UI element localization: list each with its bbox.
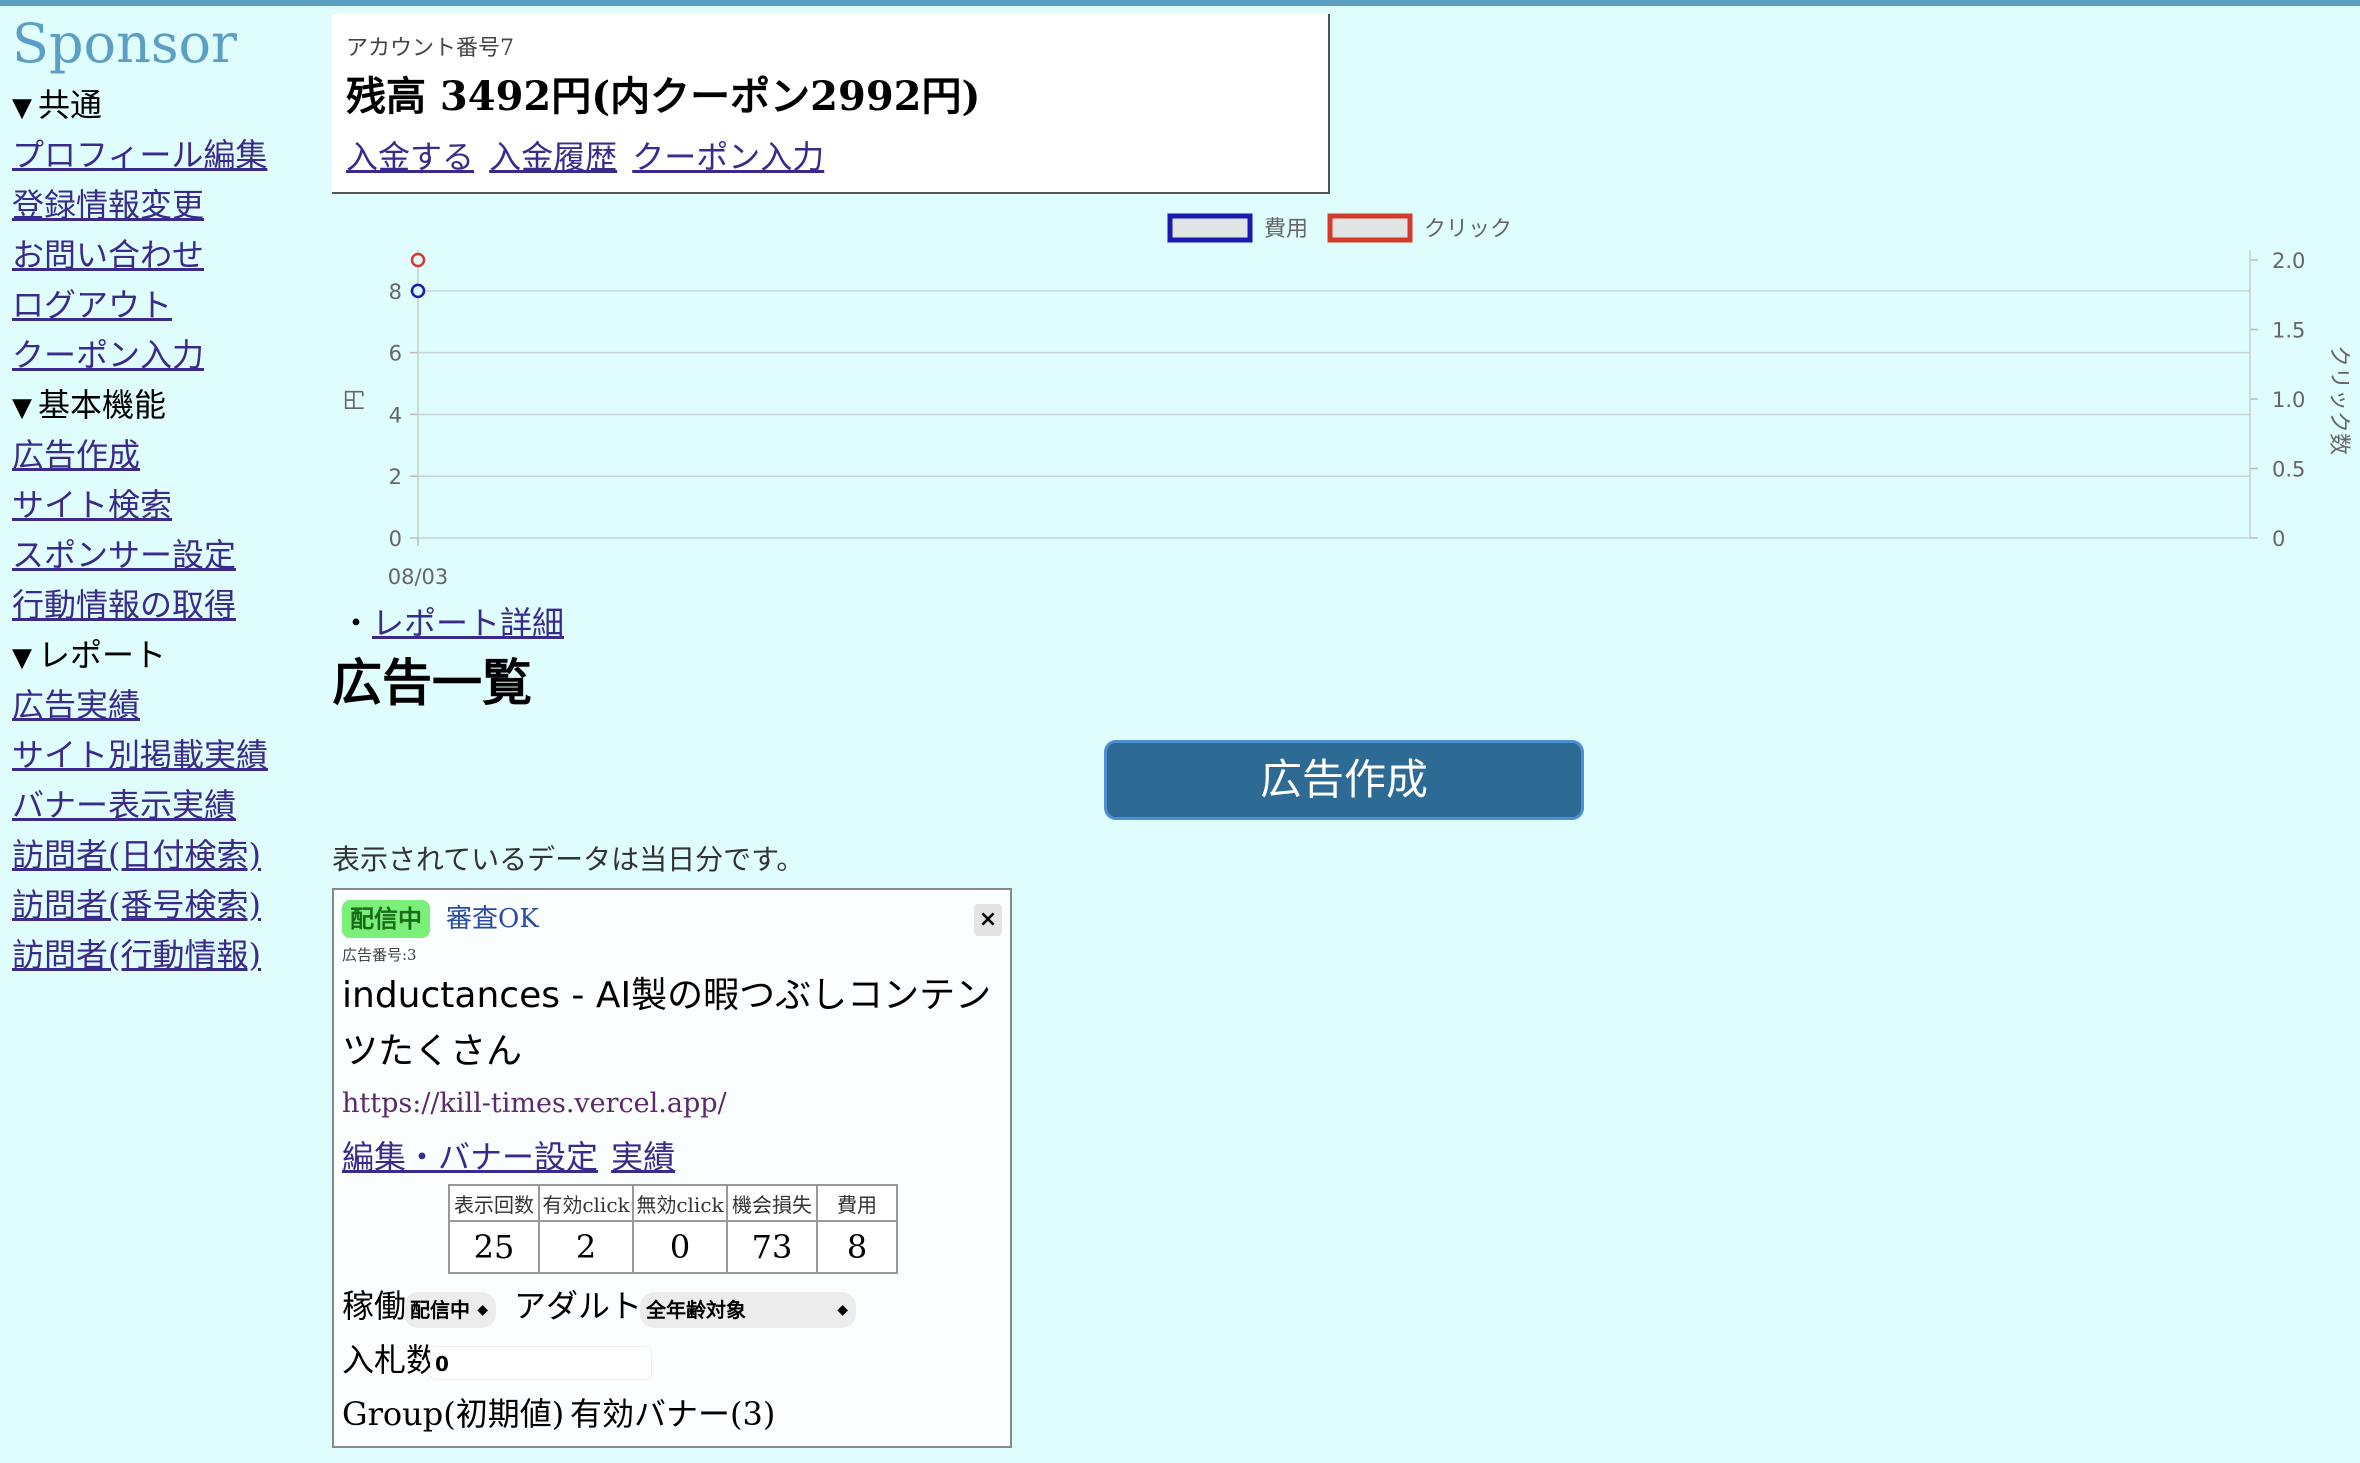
nav-logout[interactable]: ログアウト: [12, 280, 312, 330]
y2-tick-label-1: 0.5: [2272, 458, 2305, 482]
stats-header: 機会損失: [726, 1184, 818, 1222]
stats-header: 無効click: [632, 1184, 728, 1222]
nav-ad-create[interactable]: 広告作成: [12, 430, 312, 480]
legend-swatch-1: [1327, 213, 1413, 243]
legend-label-0: 費用: [1264, 217, 1308, 242]
nav-banner-results[interactable]: バナー表示実績: [12, 780, 312, 830]
stats-header: 表示回数: [448, 1184, 540, 1222]
stats-table: 表示回数 有効click 無効click 機会損失 費用 25 2 0 73 8: [448, 1184, 898, 1274]
stats-value: 25: [448, 1220, 540, 1274]
ad-card: 配信中 審査OK × 広告番号:3 inductances - AI製の暇つぶし…: [332, 888, 1012, 1448]
nav-behavior-data[interactable]: 行動情報の取得: [12, 580, 312, 630]
operation-select[interactable]: 配信中 ◆: [404, 1292, 496, 1328]
y2-tick-label-2: 1.0: [2272, 388, 2305, 412]
account-number: アカウント番号7: [346, 36, 514, 61]
deposit-link[interactable]: 入金する: [346, 138, 474, 176]
close-icon[interactable]: ×: [974, 904, 1002, 936]
report-detail-row: ・レポート詳細: [340, 604, 565, 642]
operation-label: 稼働: [342, 1287, 407, 1325]
sidebar: Sponsor ▼ 共通 プロフィール編集 登録情報変更 お問い合わせ ログアウト…: [12, 14, 312, 980]
active-banner-label: 有効バナー(3): [570, 1395, 776, 1433]
bid-label: 入札数: [342, 1341, 439, 1379]
y2-tick-label-3: 1.5: [2272, 319, 2305, 343]
nav-ad-results[interactable]: 広告実績: [12, 680, 312, 730]
nav-registration-change[interactable]: 登録情報変更: [12, 180, 312, 230]
stats-value: 2: [538, 1220, 634, 1274]
nav-coupon-input[interactable]: クーポン入力: [12, 330, 312, 380]
x-tick-label-0: 08/03: [388, 565, 449, 589]
nav-visitor-date[interactable]: 訪問者(日付検索): [12, 830, 312, 880]
y-tick-label-1: 2: [389, 465, 402, 489]
ad-title: inductances - AI製の暇つぶしコンテンツたくさん: [342, 975, 992, 1072]
results-link[interactable]: 実績: [611, 1138, 675, 1176]
section-common[interactable]: ▼ 共通: [12, 80, 312, 130]
select-arrow-icon: ◆: [477, 1302, 488, 1318]
y-axis-title: 円: [343, 389, 368, 411]
stats-value: 73: [726, 1220, 818, 1274]
section-report[interactable]: ▼ レポート: [12, 630, 312, 680]
y2-axis-title: クリック数: [2326, 345, 2351, 455]
stats-header: 有効click: [538, 1184, 634, 1222]
chart-svg: 費用 クリック 0 2 4 6 8 0 0.5 1.0 1.5 2.0 円 クリック数 08/03: [343, 213, 2351, 589]
balance: 残高 3492円(内クーポン2992円): [346, 73, 981, 120]
bid-input[interactable]: 0: [430, 1346, 652, 1380]
y2-tick-label-4: 2.0: [2272, 249, 2305, 273]
nav-site-search[interactable]: サイト検索: [12, 480, 312, 530]
report-detail-link[interactable]: レポート詳細: [372, 604, 564, 642]
adult-label: アダルト: [514, 1287, 643, 1325]
edit-banner-link[interactable]: 編集・バナー設定: [342, 1138, 598, 1176]
coupon-input-link[interactable]: クーポン入力: [632, 138, 824, 176]
logo: Sponsor: [12, 12, 237, 75]
nav-site-results[interactable]: サイト別掲載実績: [12, 730, 312, 780]
nav-contact[interactable]: お問い合わせ: [12, 230, 312, 280]
nav-profile-edit[interactable]: プロフィール編集: [12, 130, 312, 180]
adult-select[interactable]: 全年齢対象 ◆: [640, 1292, 856, 1328]
stats-value: 0: [632, 1220, 728, 1274]
nav-visitor-behavior[interactable]: 訪問者(行動情報): [12, 930, 312, 980]
nav-visitor-number[interactable]: 訪問者(番号検索): [12, 880, 312, 930]
y-tick-label-2: 4: [389, 403, 402, 427]
point-0-0: [410, 283, 426, 299]
ad-url: https://kill-times.vercel.app/: [342, 1088, 727, 1119]
triangle-down-icon: ▼: [12, 393, 32, 423]
review-status: 審査OK: [446, 904, 539, 934]
y-tick-label-3: 6: [389, 342, 402, 366]
stats-header: 費用: [816, 1184, 898, 1222]
group-label: Group(初期値): [342, 1395, 565, 1433]
legend-swatch-0: [1167, 213, 1253, 243]
y-tick-label-0: 0: [389, 527, 402, 551]
ad-number: 広告番号:3: [342, 946, 417, 964]
ads-list-title: 広告一覧: [332, 653, 532, 712]
triangle-down-icon: ▼: [12, 93, 32, 123]
data-note: 表示されているデータは当日分です。: [332, 843, 805, 876]
point-1-0: [410, 252, 426, 268]
nav-sponsor-settings[interactable]: スポンサー設定: [12, 530, 312, 580]
cost-click-chart: 費用 クリック 0 2 4 6 8 0 0.5 1.0 1.5 2.0 円 クリック数 08/03: [332, 200, 2360, 600]
triangle-down-icon: ▼: [12, 643, 32, 673]
account-panel: アカウント番号7 残高 3492円(内クーポン2992円) 入金する 入金履歴 …: [332, 14, 1330, 194]
section-basic[interactable]: ▼ 基本機能: [12, 380, 312, 430]
y2-tick-label-0: 0: [2272, 527, 2285, 551]
create-ad-button[interactable]: 広告作成: [1104, 740, 1584, 820]
select-arrow-icon: ◆: [837, 1302, 848, 1318]
deposit-history-link[interactable]: 入金履歴: [489, 138, 617, 176]
legend-label-1: クリック: [1424, 217, 1512, 242]
status-badge: 配信中: [342, 900, 430, 938]
top-accent-bar: [0, 0, 2360, 6]
y-tick-label-4: 8: [389, 280, 402, 304]
stats-value: 8: [816, 1220, 898, 1274]
